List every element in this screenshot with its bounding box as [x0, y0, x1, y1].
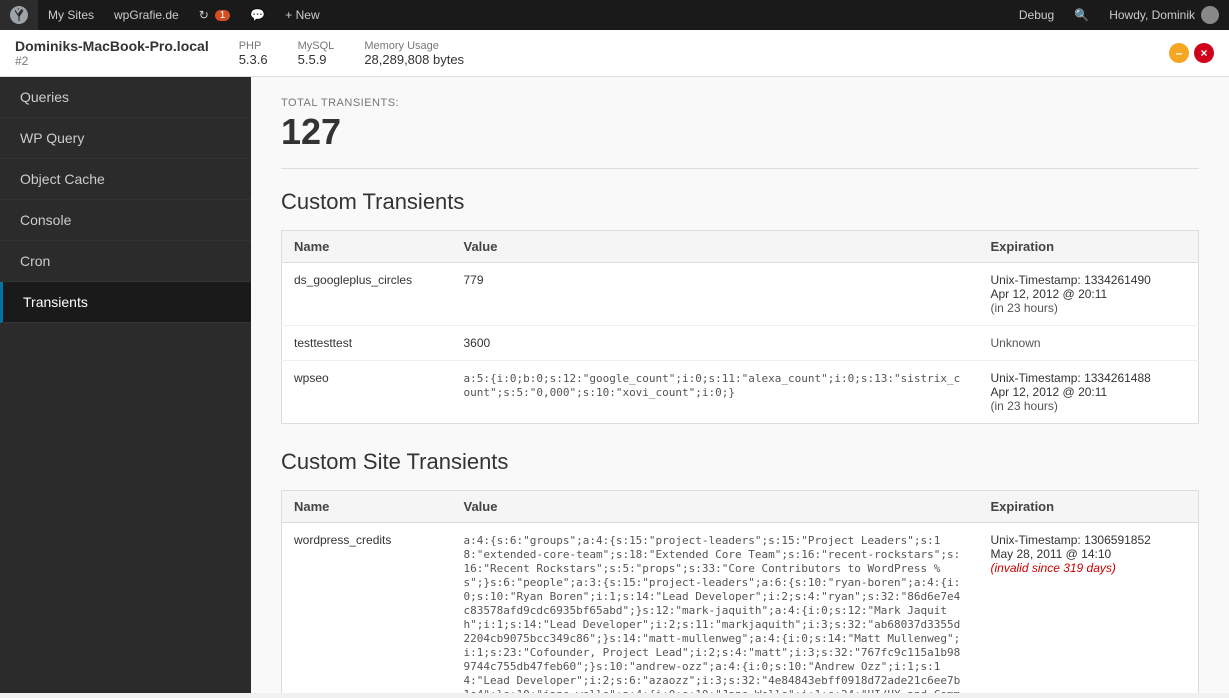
sidebar-item-console[interactable]: Console — [0, 200, 251, 241]
transient-expiration: Unix-Timestamp: 1334261488Apr 12, 2012 @… — [979, 361, 1199, 424]
total-label: TOTAL TRANSIENTS: — [281, 97, 1199, 109]
sidebar-item-object-cache[interactable]: Object Cache — [0, 159, 251, 200]
transient-name: wpseo — [282, 361, 452, 424]
admin-bar: My Sites wpGrafie.de ↻ 1 💬 + New Debug 🔍… — [0, 0, 1229, 30]
sidebar-item-transients[interactable]: Transients — [0, 282, 251, 323]
table-row: wordpress_credits a:4:{s:6:"groups";a:4:… — [282, 523, 1199, 694]
total-value: 127 — [281, 111, 1199, 153]
site-transient-value: a:4:{s:6:"groups";a:4:{s:15:"project-lea… — [452, 523, 979, 694]
site-value-header: Value — [452, 491, 979, 523]
site-info: Dominiks-MacBook-Pro.local #2 — [15, 38, 209, 68]
transient-value: a:5:{i:0;b:0;s:12:"google_count";i:0;s:1… — [452, 361, 979, 424]
custom-site-transients-title: Custom Site Transients — [281, 449, 1199, 475]
mysql-info: MySQL 5.5.9 — [298, 40, 335, 67]
minimize-button[interactable]: – — [1169, 43, 1189, 63]
search-button[interactable]: 🔍 — [1064, 8, 1099, 22]
transient-value: 3600 — [452, 326, 979, 361]
sysinfo-bar: Dominiks-MacBook-Pro.local #2 PHP 5.3.6 … — [0, 30, 1229, 77]
table-row: wpseo a:5:{i:0;b:0;s:12:"google_count";i… — [282, 361, 1199, 424]
transient-expiration: Unknown — [979, 326, 1199, 361]
memory-info: Memory Usage 28,289,808 bytes — [364, 40, 464, 67]
sidebar: Queries WP Query Object Cache Console Cr… — [0, 77, 251, 693]
sidebar-item-wp-query[interactable]: WP Query — [0, 118, 251, 159]
site-transient-expiration: Unix-Timestamp: 1306591852 May 28, 2011 … — [979, 523, 1199, 694]
site-transient-name: wordpress_credits — [282, 523, 452, 694]
value-header: Value — [452, 231, 979, 263]
user-greeting[interactable]: Howdy, Dominik — [1099, 6, 1229, 24]
custom-transients-table: Name Value Expiration ds_googleplus_circ… — [281, 230, 1199, 424]
main-content: TOTAL TRANSIENTS: 127 Custom Transients … — [251, 77, 1229, 693]
total-transients-section: TOTAL TRANSIENTS: 127 — [281, 97, 1199, 169]
custom-transients-title: Custom Transients — [281, 189, 1199, 215]
site-table-header-row: Name Value Expiration — [282, 491, 1199, 523]
table-header-row: Name Value Expiration — [282, 231, 1199, 263]
new-content-button[interactable]: + New — [275, 0, 329, 30]
site-name-header: Name — [282, 491, 452, 523]
transient-name: ds_googleplus_circles — [282, 263, 452, 326]
sidebar-item-cron[interactable]: Cron — [0, 241, 251, 282]
transient-name: testtesttest — [282, 326, 452, 361]
updates-button[interactable]: ↻ 1 — [189, 0, 241, 30]
window-controls: – × — [1169, 43, 1214, 63]
my-sites-button[interactable]: My Sites — [38, 0, 104, 30]
comments-button[interactable]: 💬 — [240, 0, 275, 30]
custom-site-transients-table: Name Value Expiration wordpress_credits … — [281, 490, 1199, 693]
updates-badge: 1 — [215, 10, 231, 21]
php-info: PHP 5.3.6 — [239, 40, 268, 67]
debug-button[interactable]: Debug — [1009, 8, 1064, 22]
transient-expiration: Unix-Timestamp: 1334261490Apr 12, 2012 @… — [979, 263, 1199, 326]
expiration-header: Expiration — [979, 231, 1199, 263]
close-button[interactable]: × — [1194, 43, 1214, 63]
table-row: testtesttest 3600 Unknown — [282, 326, 1199, 361]
name-header: Name — [282, 231, 452, 263]
site-expiration-header: Expiration — [979, 491, 1199, 523]
sidebar-item-queries[interactable]: Queries — [0, 77, 251, 118]
site-name-button[interactable]: wpGrafie.de — [104, 0, 189, 30]
transient-value: 779 — [452, 263, 979, 326]
table-row: ds_googleplus_circles 779 Unix-Timestamp… — [282, 263, 1199, 326]
main-layout: Queries WP Query Object Cache Console Cr… — [0, 77, 1229, 693]
wp-logo-button[interactable] — [0, 0, 38, 30]
user-avatar — [1201, 6, 1219, 24]
